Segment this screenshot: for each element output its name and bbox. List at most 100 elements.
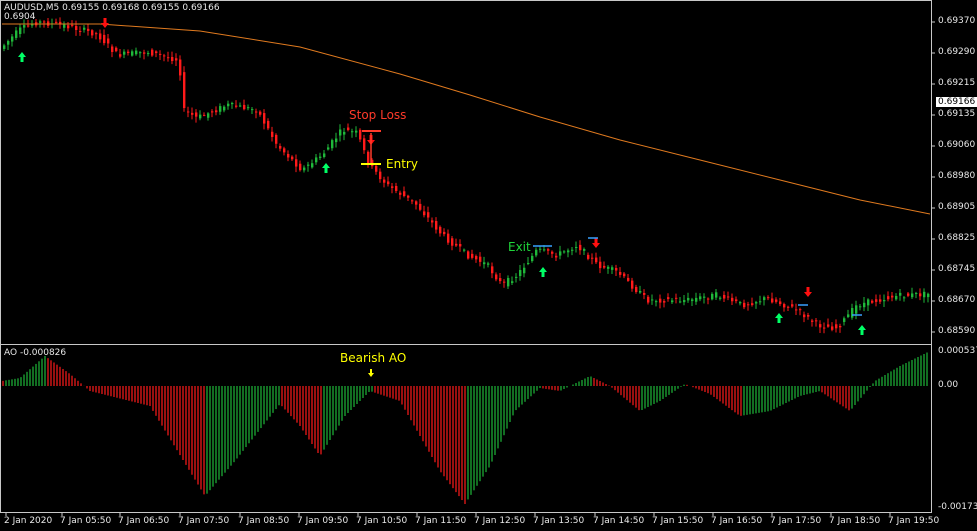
candle-body bbox=[395, 185, 398, 191]
price-label: 0.69215 bbox=[938, 78, 976, 88]
candle-body bbox=[791, 304, 794, 307]
candle-body bbox=[763, 297, 766, 301]
candle-body bbox=[715, 292, 718, 298]
candle-body bbox=[411, 200, 414, 202]
candle-body bbox=[79, 30, 82, 32]
candle-body bbox=[435, 221, 438, 230]
candle-body bbox=[379, 171, 382, 180]
candle-body bbox=[243, 104, 246, 110]
candle-body bbox=[295, 159, 298, 167]
price-label: 0.68745 bbox=[938, 264, 976, 274]
price-candles bbox=[3, 17, 930, 334]
price-label: 0.69370 bbox=[938, 16, 976, 26]
candle-body bbox=[143, 52, 146, 54]
stop-loss-label: Stop Loss bbox=[349, 108, 407, 122]
candle-body bbox=[735, 299, 738, 302]
candle-body bbox=[891, 295, 894, 298]
candle-body bbox=[3, 45, 6, 49]
candle-body bbox=[195, 112, 198, 117]
candle-body bbox=[707, 298, 710, 300]
candle-body bbox=[451, 238, 454, 246]
candle-body bbox=[427, 212, 430, 218]
candle-body bbox=[759, 301, 762, 303]
candle-body bbox=[559, 251, 562, 256]
candle-body bbox=[751, 303, 754, 306]
candle-body bbox=[167, 57, 170, 59]
candle-body bbox=[807, 315, 810, 317]
candle-body bbox=[687, 297, 690, 301]
candle-body bbox=[591, 257, 594, 259]
candle-body bbox=[463, 249, 466, 251]
candle-body bbox=[739, 302, 742, 304]
price-label: 0.68670 bbox=[938, 295, 976, 305]
candle-body bbox=[867, 299, 870, 306]
candle-body bbox=[507, 278, 510, 287]
entry-label: Entry bbox=[386, 157, 418, 171]
candle-body bbox=[471, 253, 474, 258]
candle-body bbox=[771, 298, 774, 303]
candle-body bbox=[31, 24, 34, 26]
candle-body bbox=[55, 21, 58, 23]
candle-body bbox=[75, 25, 78, 30]
time-label: 7 Jan 07:50 bbox=[178, 516, 230, 526]
candle-body bbox=[659, 298, 662, 303]
candle-body bbox=[795, 309, 798, 311]
buy-arrow-icon bbox=[322, 163, 330, 173]
candle-body bbox=[299, 163, 302, 171]
candle-body bbox=[83, 27, 86, 30]
candle-body bbox=[447, 233, 450, 243]
candle-body bbox=[503, 281, 506, 283]
candle-body bbox=[67, 25, 70, 29]
candle-body bbox=[71, 24, 74, 26]
candle-body bbox=[511, 281, 514, 283]
candle-body bbox=[239, 105, 242, 107]
bearish-ao-arrow-icon bbox=[368, 369, 374, 377]
candle-body bbox=[275, 134, 278, 144]
price-label: 0.68980 bbox=[938, 171, 976, 181]
candle-body bbox=[91, 30, 94, 36]
buy-arrow-icon bbox=[18, 52, 26, 62]
candle-body bbox=[607, 266, 610, 269]
time-label: 7 Jan 14:50 bbox=[593, 516, 645, 526]
candle-body bbox=[323, 153, 326, 158]
sell-arrow-icon bbox=[804, 287, 812, 297]
candle-body bbox=[23, 25, 26, 28]
candle-body bbox=[499, 278, 502, 282]
time-label: 7 Jan 17:50 bbox=[770, 516, 822, 526]
candle-body bbox=[651, 299, 654, 301]
candle-body bbox=[599, 261, 602, 269]
candle-body bbox=[335, 138, 338, 143]
candle-body bbox=[419, 203, 422, 210]
candle-body bbox=[575, 247, 578, 249]
ao-axis-label: 0.00 bbox=[938, 380, 959, 390]
chart-canvas[interactable] bbox=[0, 0, 977, 531]
candle-body bbox=[391, 186, 394, 188]
candle-body bbox=[803, 314, 806, 318]
candle-body bbox=[175, 58, 178, 61]
candle-body bbox=[63, 24, 66, 28]
time-label: 7 Jan 09:50 bbox=[297, 516, 349, 526]
time-label: 7 Jan 16:50 bbox=[711, 516, 763, 526]
ao-axis-label: 0.000537 bbox=[938, 346, 977, 356]
symbol-info: AUDUSD,M5 0.69155 0.69168 0.69155 0.6916… bbox=[4, 3, 220, 13]
time-label: 7 Jan 19:50 bbox=[888, 516, 940, 526]
candle-body bbox=[151, 49, 154, 56]
candle-body bbox=[887, 296, 890, 300]
plot-border bbox=[0, 0, 932, 513]
candle-body bbox=[915, 292, 918, 294]
candle-body bbox=[663, 301, 666, 303]
candle-body bbox=[787, 306, 790, 308]
candle-body bbox=[191, 112, 194, 115]
candle-body bbox=[843, 318, 846, 322]
candle-body bbox=[543, 249, 546, 251]
candle-body bbox=[459, 244, 462, 247]
buy-arrow-icon bbox=[539, 267, 547, 277]
candle-body bbox=[203, 114, 206, 116]
candle-body bbox=[251, 109, 254, 111]
candle-body bbox=[699, 296, 702, 300]
candle-body bbox=[551, 251, 554, 254]
candle-body bbox=[475, 256, 478, 260]
candle-body bbox=[723, 294, 726, 299]
candle-body bbox=[247, 107, 250, 109]
candle-body bbox=[375, 166, 378, 172]
